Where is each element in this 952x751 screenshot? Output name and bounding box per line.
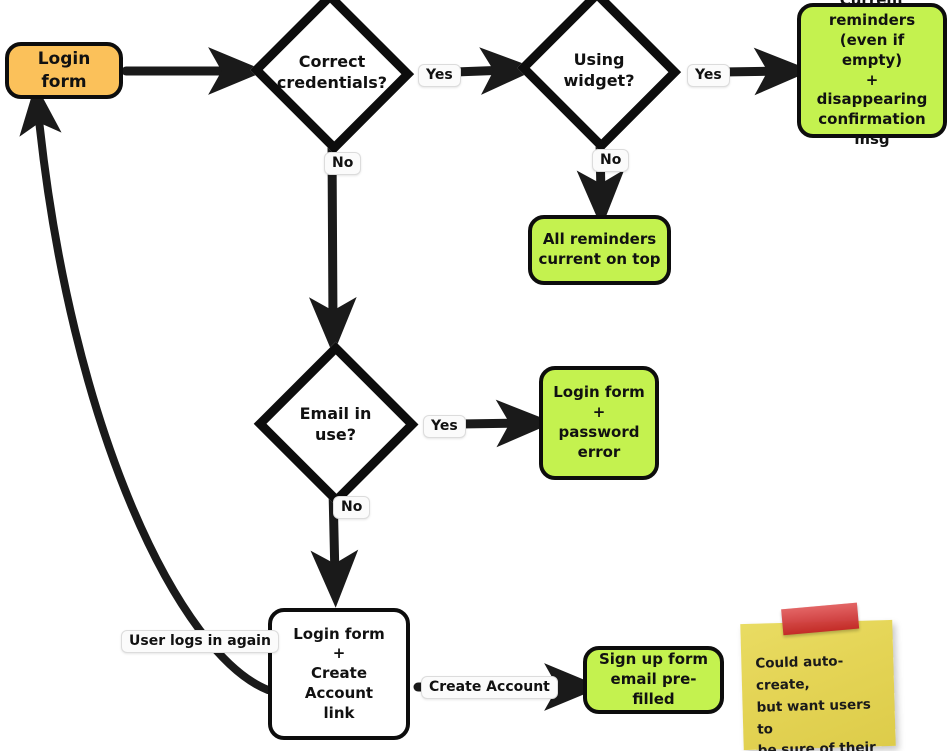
edge-label-widget-yes: Yes: [687, 64, 730, 87]
node-correct-credentials-label: Correct credentials?: [276, 51, 388, 92]
node-email-in-use-label: Email in use?: [299, 403, 372, 444]
node-all-reminders[interactable]: All reminders current on top: [528, 215, 671, 285]
node-correct-credentials[interactable]: Correct credentials?: [248, 0, 416, 154]
node-current-reminders-label: Current reminders (even if empty) + disa…: [816, 0, 928, 148]
node-login-create-account[interactable]: Login form + Create Account link: [268, 608, 410, 740]
edge-label-email-no: No: [333, 496, 371, 519]
edge-credentials-yes-to-widget: [450, 47, 538, 95]
node-current-reminders[interactable]: Current reminders (even if empty) + disa…: [797, 0, 947, 148]
edge-label-widget-no: No: [592, 149, 630, 172]
node-login-form[interactable]: Login form: [5, 42, 123, 99]
node-email-in-use[interactable]: Email in use?: [253, 341, 418, 507]
node-login-create-account-label: Login form + Create Account link: [293, 624, 385, 722]
node-all-reminders-label: All reminders current on top: [538, 230, 661, 268]
node-signup-prefilled-label: Sign up form email pre-filled: [598, 650, 709, 708]
sticky-note[interactable]: Could auto-create, but want users to be …: [740, 602, 896, 751]
edge-email-yes-to-password-error: [455, 399, 554, 448]
edge-widget-yes-to-current-reminders: [717, 47, 812, 96]
edge-user-logs-in-again-return: [19, 83, 272, 694]
edge-label-user-logs-in-again: User logs in again: [121, 630, 279, 653]
node-using-widget-label: Using widget?: [563, 49, 635, 90]
edge-label-credentials-no: No: [324, 152, 362, 175]
sticky-note-text: Could auto-create, but want users to be …: [755, 653, 877, 751]
edge-label-email-yes: Yes: [423, 415, 466, 438]
edge-label-create-account: Create Account: [421, 676, 558, 699]
node-signup-prefilled[interactable]: Sign up form email pre-filled: [583, 646, 724, 714]
node-login-form-label: Login form: [37, 49, 91, 92]
node-login-password-error[interactable]: Login form + password error: [539, 366, 659, 480]
node-login-password-error-label: Login form + password error: [553, 383, 645, 461]
edge-label-credentials-yes: Yes: [418, 64, 461, 87]
flowchart-canvas: Login form Correct credentials? Using wi…: [0, 0, 952, 751]
node-using-widget[interactable]: Using widget?: [515, 0, 683, 152]
